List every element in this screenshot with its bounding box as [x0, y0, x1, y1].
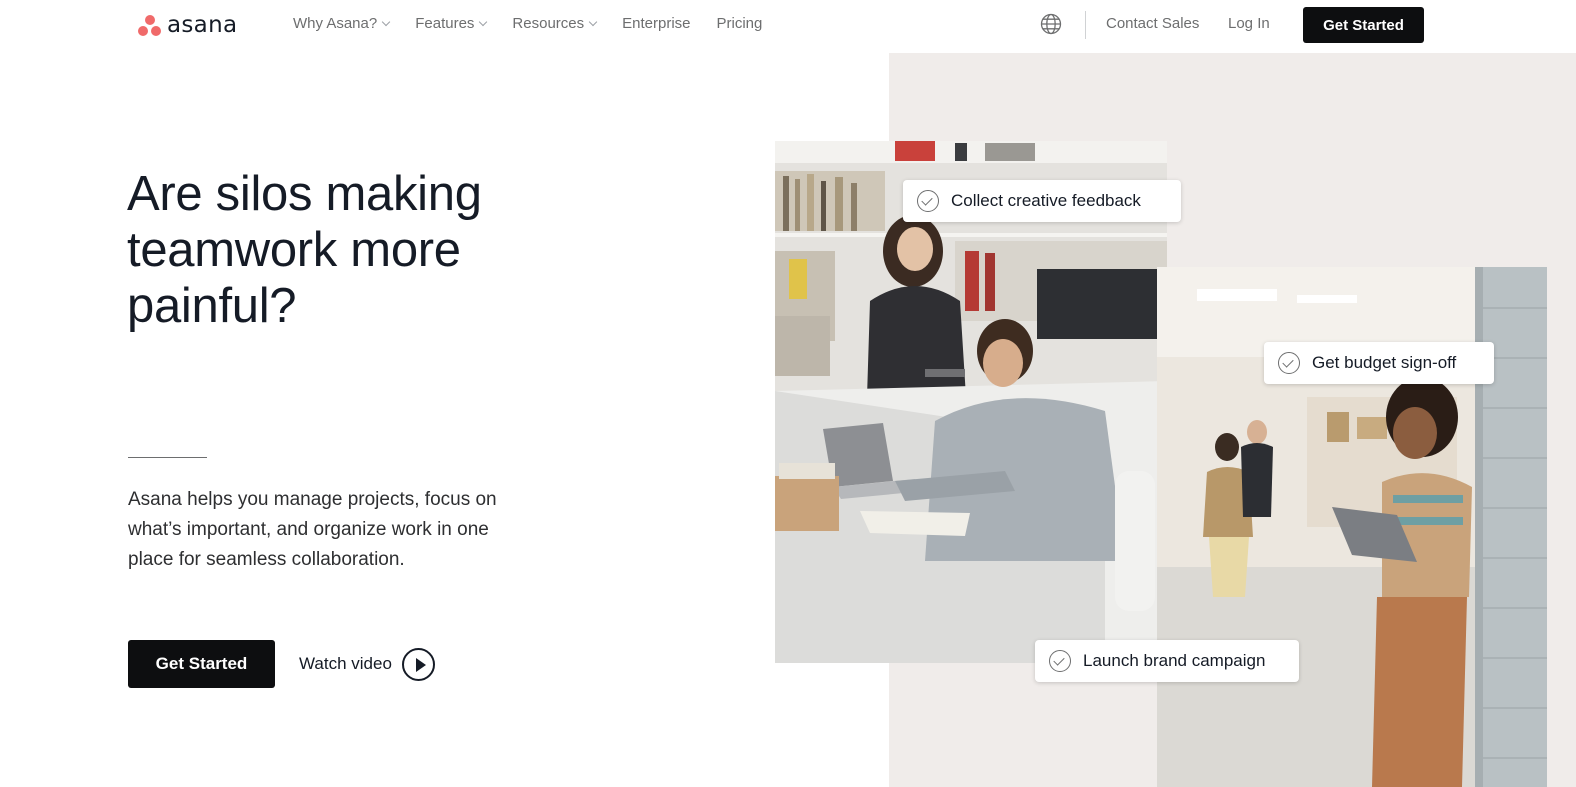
- play-icon: [401, 647, 435, 681]
- nav-link-label: Pricing: [716, 15, 763, 32]
- nav-link-label: Features: [415, 15, 475, 32]
- task-chip: Collect creative feedback: [903, 180, 1181, 222]
- check-circle-icon: [1278, 352, 1300, 374]
- top-nav: asana Why Asana? Features Resources Ente…: [0, 0, 1576, 50]
- hero-get-started-button[interactable]: Get Started: [128, 640, 275, 688]
- nav-resources[interactable]: Resources: [512, 15, 598, 32]
- contact-sales-link[interactable]: Contact Sales: [1106, 15, 1199, 32]
- task-chip: Launch brand campaign: [1035, 640, 1299, 682]
- nav-divider: [1085, 11, 1086, 39]
- check-circle-icon: [917, 190, 939, 212]
- chevron-down-icon: [588, 17, 598, 26]
- nav-features[interactable]: Features: [415, 15, 488, 32]
- task-label: Launch brand campaign: [1083, 651, 1266, 670]
- nav-pricing[interactable]: Pricing: [717, 15, 763, 32]
- task-label: Get budget sign-off: [1312, 353, 1457, 372]
- hero-headline: Are silos making teamwork more painful?: [127, 167, 482, 333]
- login-link[interactable]: Log In: [1228, 15, 1270, 32]
- asana-logo-icon: [137, 13, 163, 37]
- nav-enterprise[interactable]: Enterprise: [622, 15, 690, 32]
- chevron-down-icon: [479, 17, 488, 26]
- nav-link-label: Resources: [512, 15, 585, 32]
- nav-link-label: Enterprise: [622, 15, 691, 32]
- check-circle-icon: [1049, 650, 1071, 672]
- nav-why-asana[interactable]: Why Asana?: [293, 15, 391, 32]
- hero-subtext: Asana helps you manage projects, focus o…: [128, 489, 497, 570]
- task-label: Collect creative feedback: [951, 191, 1141, 210]
- task-chip: Get budget sign-off: [1264, 342, 1494, 384]
- globe-icon[interactable]: [1040, 13, 1062, 35]
- logo-wordmark: asana: [167, 12, 238, 38]
- watch-video-label: Watch video: [299, 654, 392, 673]
- watch-video-button[interactable]: Watch video: [299, 647, 435, 681]
- nav-link-label: Why Asana?: [293, 15, 378, 32]
- asana-logo[interactable]: asana: [137, 12, 237, 38]
- chevron-down-icon: [381, 17, 391, 26]
- nav-get-started-button[interactable]: Get Started: [1303, 7, 1424, 43]
- primary-nav: Why Asana? Features Resources Enterprise…: [293, 15, 762, 32]
- hero-divider: [128, 457, 207, 458]
